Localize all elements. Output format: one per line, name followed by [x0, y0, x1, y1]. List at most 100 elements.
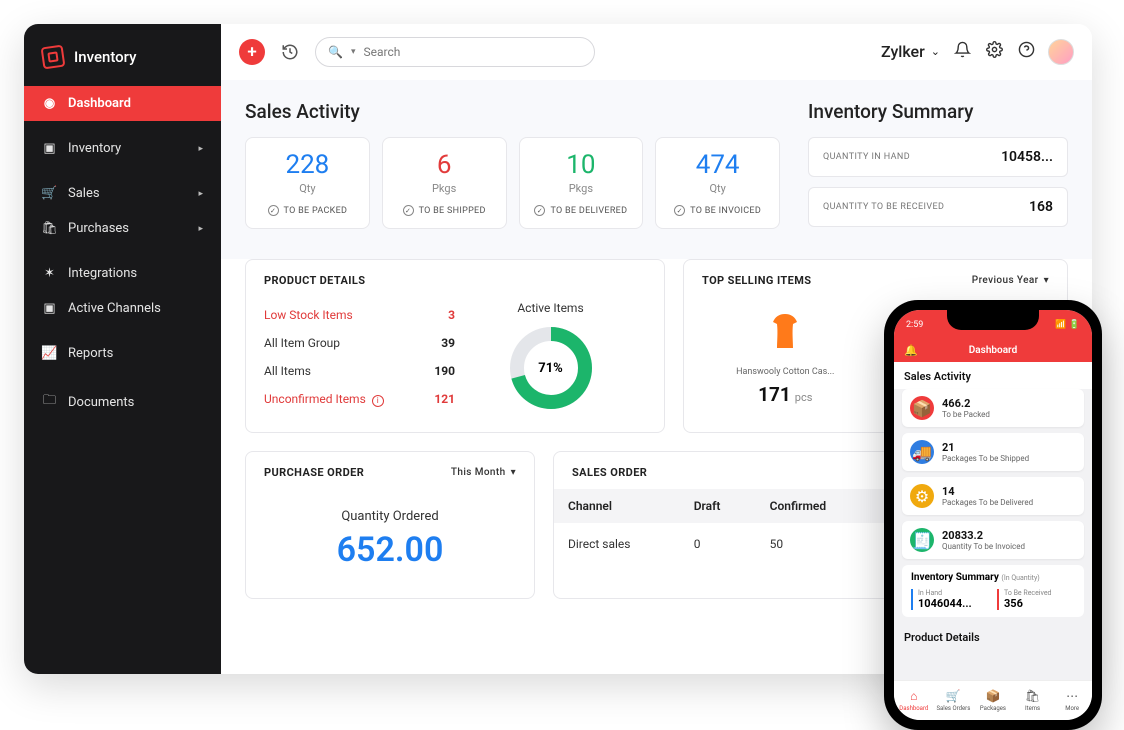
phone-tab[interactable]: ⋯More — [1052, 681, 1092, 720]
phone-sales-card[interactable]: 🚚 21Packages To be Shipped — [902, 433, 1084, 471]
phone-tab[interactable]: ⌂Dashboard — [894, 681, 934, 720]
history-button[interactable] — [277, 39, 303, 65]
phone-sales-card[interactable]: 📦 466.2To be Packed — [902, 389, 1084, 427]
bag-icon: 🛍 — [42, 221, 57, 236]
sidebar-item-reports[interactable]: 📈Reports — [24, 336, 221, 371]
avatar[interactable] — [1048, 39, 1074, 65]
phone-status-icons: 📶 🔋 — [1055, 320, 1080, 330]
sidebar-item-inventory[interactable]: ▣Inventory ▸ — [24, 131, 221, 166]
range-selector[interactable]: This Month▾ — [451, 467, 516, 478]
help-icon — [1018, 41, 1035, 58]
inventory-row-label: QUANTITY TO BE RECEIVED — [823, 202, 944, 212]
phone-tab-label: More — [1065, 705, 1079, 712]
chevron-right-icon: ▸ — [198, 144, 203, 154]
phone-mockup: 2:59 📶 🔋 🔔 Dashboard Sales Activity 📦 46… — [884, 300, 1102, 730]
add-button[interactable]: + — [239, 39, 265, 65]
sales-card[interactable]: 228 Qty ✓TO BE PACKED — [245, 137, 370, 229]
inventory-summary-title: Inventory Summary — [808, 100, 1068, 123]
sidebar-item-active-channels[interactable]: ▣Active Channels — [24, 291, 221, 326]
sales-card-value: 228 — [254, 150, 361, 180]
chevron-down-icon: ▾ — [511, 467, 516, 478]
phone-card-icon: ⚙ — [910, 484, 934, 508]
phone-inventory-card: Inventory Summary (In Quantity) In Hand1… — [902, 565, 1084, 617]
chevron-right-icon: ▸ — [198, 189, 203, 199]
sales-card-caption: ✓TO BE DELIVERED — [528, 205, 635, 216]
item-unit: pcs — [795, 391, 813, 404]
phone-card-value: 466.2 — [942, 397, 990, 410]
pd-row[interactable]: All Items190 — [264, 357, 455, 385]
pd-row-value: 190 — [411, 364, 455, 378]
phone-tab-icon: 📦 — [986, 689, 1001, 703]
nav: ◉Dashboard ▣Inventory ▸ 🛒Sales ▸ 🛍Purcha… — [24, 86, 221, 423]
phone-card-label: Packages To be Shipped — [942, 454, 1029, 463]
search-input[interactable]: 🔍 ▾ Search — [315, 37, 595, 67]
pd-row-label: Unconfirmed Itemsi — [264, 392, 384, 407]
pd-row[interactable]: Unconfirmed Itemsi 121 — [264, 385, 455, 414]
sales-card-caption: ✓TO BE INVOICED — [664, 205, 771, 216]
po-label: Quantity Ordered — [256, 509, 524, 524]
phone-sales-card[interactable]: ⚙ 14Packages To be Delivered — [902, 477, 1084, 515]
phone-tab-icon: ⌂ — [910, 689, 917, 703]
check-circle-icon: ✓ — [403, 205, 414, 216]
sidebar-item-documents[interactable]: 🗀Documents — [24, 381, 221, 423]
search-icon: 🔍 — [328, 45, 343, 59]
bell-icon[interactable]: 🔔 — [904, 344, 918, 357]
phone-tab[interactable]: 🛒Sales Orders — [934, 681, 974, 720]
phone-tabbar: ⌂Dashboard🛒Sales Orders📦Packages 🛍 Items ⋯M… — [894, 680, 1092, 720]
phone-header: 🔔 Dashboard — [894, 338, 1092, 362]
box-icon: ▣ — [42, 141, 57, 156]
sales-card-unit: Qty — [254, 182, 361, 195]
help-button[interactable] — [1016, 41, 1036, 62]
sales-card[interactable]: 6 Pkgs ✓TO BE SHIPPED — [382, 137, 507, 229]
table-header: Draft — [680, 489, 756, 523]
org-switcher[interactable]: Zylker ⌄ — [881, 42, 940, 61]
sidebar-item-sales[interactable]: 🛒Sales ▸ — [24, 176, 221, 211]
phone-tab-icon: 🛍 — [1025, 689, 1040, 703]
search-placeholder: Search — [363, 45, 400, 59]
chevron-right-icon: ▸ — [198, 224, 203, 234]
sales-card-value: 6 — [391, 150, 498, 180]
inventory-row: QUANTITY IN HAND10458... — [808, 137, 1068, 177]
sales-card[interactable]: 474 Qty ✓TO BE INVOICED — [655, 137, 780, 229]
sidebar-item-dashboard[interactable]: ◉Dashboard — [24, 86, 221, 121]
pd-row-label: Low Stock Items — [264, 308, 353, 322]
phone-card-label: Packages To be Delivered — [942, 498, 1033, 507]
active-items-title: Active Items — [455, 301, 646, 315]
phone-tab-label: Sales Orders — [936, 705, 970, 712]
sales-card[interactable]: 10 Pkgs ✓TO BE DELIVERED — [519, 137, 644, 229]
inventory-row: QUANTITY TO BE RECEIVED168 — [808, 187, 1068, 227]
table-cell: 0 — [680, 523, 756, 565]
chevron-down-icon: ▾ — [1044, 275, 1049, 286]
summary-strip: Sales Activity 228 Qty ✓TO BE PACKED6 Pk… — [221, 80, 1092, 259]
phone-tab[interactable]: 🛍 Items — [1013, 681, 1053, 720]
sidebar: Inventory ◉Dashboard ▣Inventory ▸ 🛒Sales… — [24, 24, 221, 674]
pd-row-value: 121 — [411, 392, 455, 407]
table-header: Confirmed — [756, 489, 873, 523]
settings-button[interactable] — [984, 41, 1004, 62]
phone-card-icon: 📦 — [910, 396, 934, 420]
sidebar-item-integrations[interactable]: ✶Integrations — [24, 256, 221, 291]
phone-pd-title: Product Details — [894, 623, 1092, 650]
po-value: 652.00 — [256, 530, 524, 570]
notifications-button[interactable] — [952, 41, 972, 62]
phone-tab[interactable]: 📦Packages — [973, 681, 1013, 720]
item-image — [698, 303, 873, 361]
sidebar-item-label: Sales — [68, 186, 100, 201]
pd-row[interactable]: All Item Group39 — [264, 329, 455, 357]
pd-row[interactable]: Low Stock Items3 — [264, 301, 455, 329]
inventory-logo-icon — [41, 45, 66, 70]
chart-icon: 📈 — [42, 346, 57, 361]
brand-label: Inventory — [74, 48, 136, 66]
phone-sales-card[interactable]: 🧾 20833.2Quantity To be Invoiced — [902, 521, 1084, 559]
phone-inv-item: To Be Received356 — [997, 589, 1075, 610]
phone-tab-label: Items — [1025, 705, 1040, 712]
plug-icon: ✶ — [42, 266, 57, 281]
panel-title: TOP SELLING ITEMS — [702, 274, 811, 287]
sales-card-unit: Pkgs — [391, 182, 498, 195]
pd-row-label: All Item Group — [264, 336, 340, 350]
sidebar-item-purchases[interactable]: 🛍Purchases ▸ — [24, 211, 221, 246]
sales-card-value: 10 — [528, 150, 635, 180]
channels-icon: ▣ — [42, 301, 57, 316]
range-selector[interactable]: Previous Year▾ — [972, 275, 1049, 286]
top-selling-item[interactable]: Hanswooly Cotton Cas... 171pcs — [698, 303, 873, 406]
